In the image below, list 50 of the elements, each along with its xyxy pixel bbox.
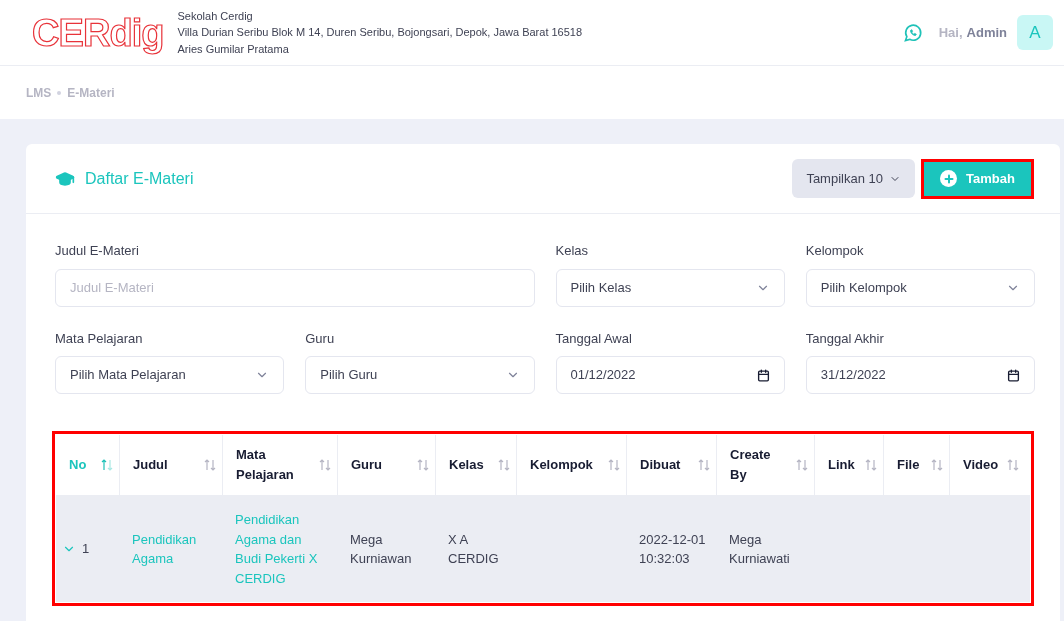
title-input-field[interactable]: Judul E-Materi bbox=[55, 268, 535, 307]
page-size-dropdown[interactable]: Tampilkan 10 bbox=[792, 159, 915, 198]
date-field[interactable]: 31/12/2022 bbox=[805, 356, 1035, 394]
column-header[interactable]: Guru bbox=[337, 435, 435, 495]
sort-icon bbox=[204, 458, 216, 472]
column-header[interactable]: Kelas bbox=[435, 435, 516, 495]
school-address: Villa Durian Seribu Blok M 14, Duren Seribu, Bojongsari, Depok, Jawa Barat 16518 bbox=[177, 25, 583, 41]
table-cell-text: Mega Kurniawan bbox=[350, 530, 413, 568]
sort-icon bbox=[498, 458, 510, 472]
sort-icon bbox=[1007, 458, 1019, 472]
column-header[interactable]: Link bbox=[814, 435, 883, 495]
calendar-icon bbox=[1007, 368, 1020, 382]
table-cell-text: 2022-12-01 10:32:03 bbox=[639, 530, 707, 568]
column-header[interactable]: Video bbox=[949, 435, 1025, 495]
field-label: Judul E-Materi bbox=[55, 242, 140, 260]
sort-icon bbox=[608, 458, 620, 472]
column-header[interactable]: Kelompok bbox=[516, 435, 626, 495]
table-cell-text: X A CERDIG bbox=[448, 530, 500, 568]
column-header[interactable]: Dibuat bbox=[626, 435, 716, 495]
principal-name: Aries Gumilar Pratama bbox=[177, 41, 290, 57]
sort-icon bbox=[101, 458, 113, 472]
field-label: Kelompok bbox=[805, 242, 865, 260]
column-header[interactable]: File bbox=[883, 435, 949, 495]
whatsapp-icon[interactable] bbox=[902, 22, 923, 43]
card-title: Daftar E-Materi bbox=[85, 168, 194, 189]
greeting: Hai, bbox=[938, 23, 963, 42]
table-cell-text: 1 bbox=[82, 540, 90, 559]
school-name: Sekolah Cerdig bbox=[177, 8, 254, 24]
date-field[interactable]: 01/12/2022 bbox=[555, 356, 785, 394]
field-label: Tanggal Awal bbox=[555, 329, 633, 348]
select-field[interactable]: Pilih Guru bbox=[305, 356, 535, 394]
select-field[interactable]: Pilih Kelompok bbox=[805, 268, 1035, 307]
table-cell-text: Mega Kurniawati bbox=[729, 530, 791, 568]
select-field[interactable]: Pilih Mata Pelajaran bbox=[55, 356, 285, 394]
field-label: Tanggal Akhir bbox=[805, 329, 885, 348]
column-header[interactable]: Mata Pelajaran bbox=[222, 435, 337, 495]
sort-icon bbox=[417, 458, 429, 472]
field-label: Kelas bbox=[555, 242, 590, 260]
select-field[interactable]: Pilih Kelas bbox=[555, 268, 785, 307]
field-label: Guru bbox=[305, 329, 336, 348]
field-label: Mata Pelajaran bbox=[55, 329, 144, 348]
user-name: Admin bbox=[966, 23, 1007, 42]
sort-icon bbox=[319, 458, 331, 472]
column-header[interactable]: Judul bbox=[119, 435, 222, 495]
sort-icon bbox=[865, 458, 877, 472]
sort-icon bbox=[796, 458, 808, 472]
calendar-icon bbox=[756, 368, 770, 382]
sort-icon bbox=[931, 458, 943, 472]
column-header[interactable]: Create By bbox=[716, 435, 814, 495]
sort-icon bbox=[698, 458, 710, 472]
